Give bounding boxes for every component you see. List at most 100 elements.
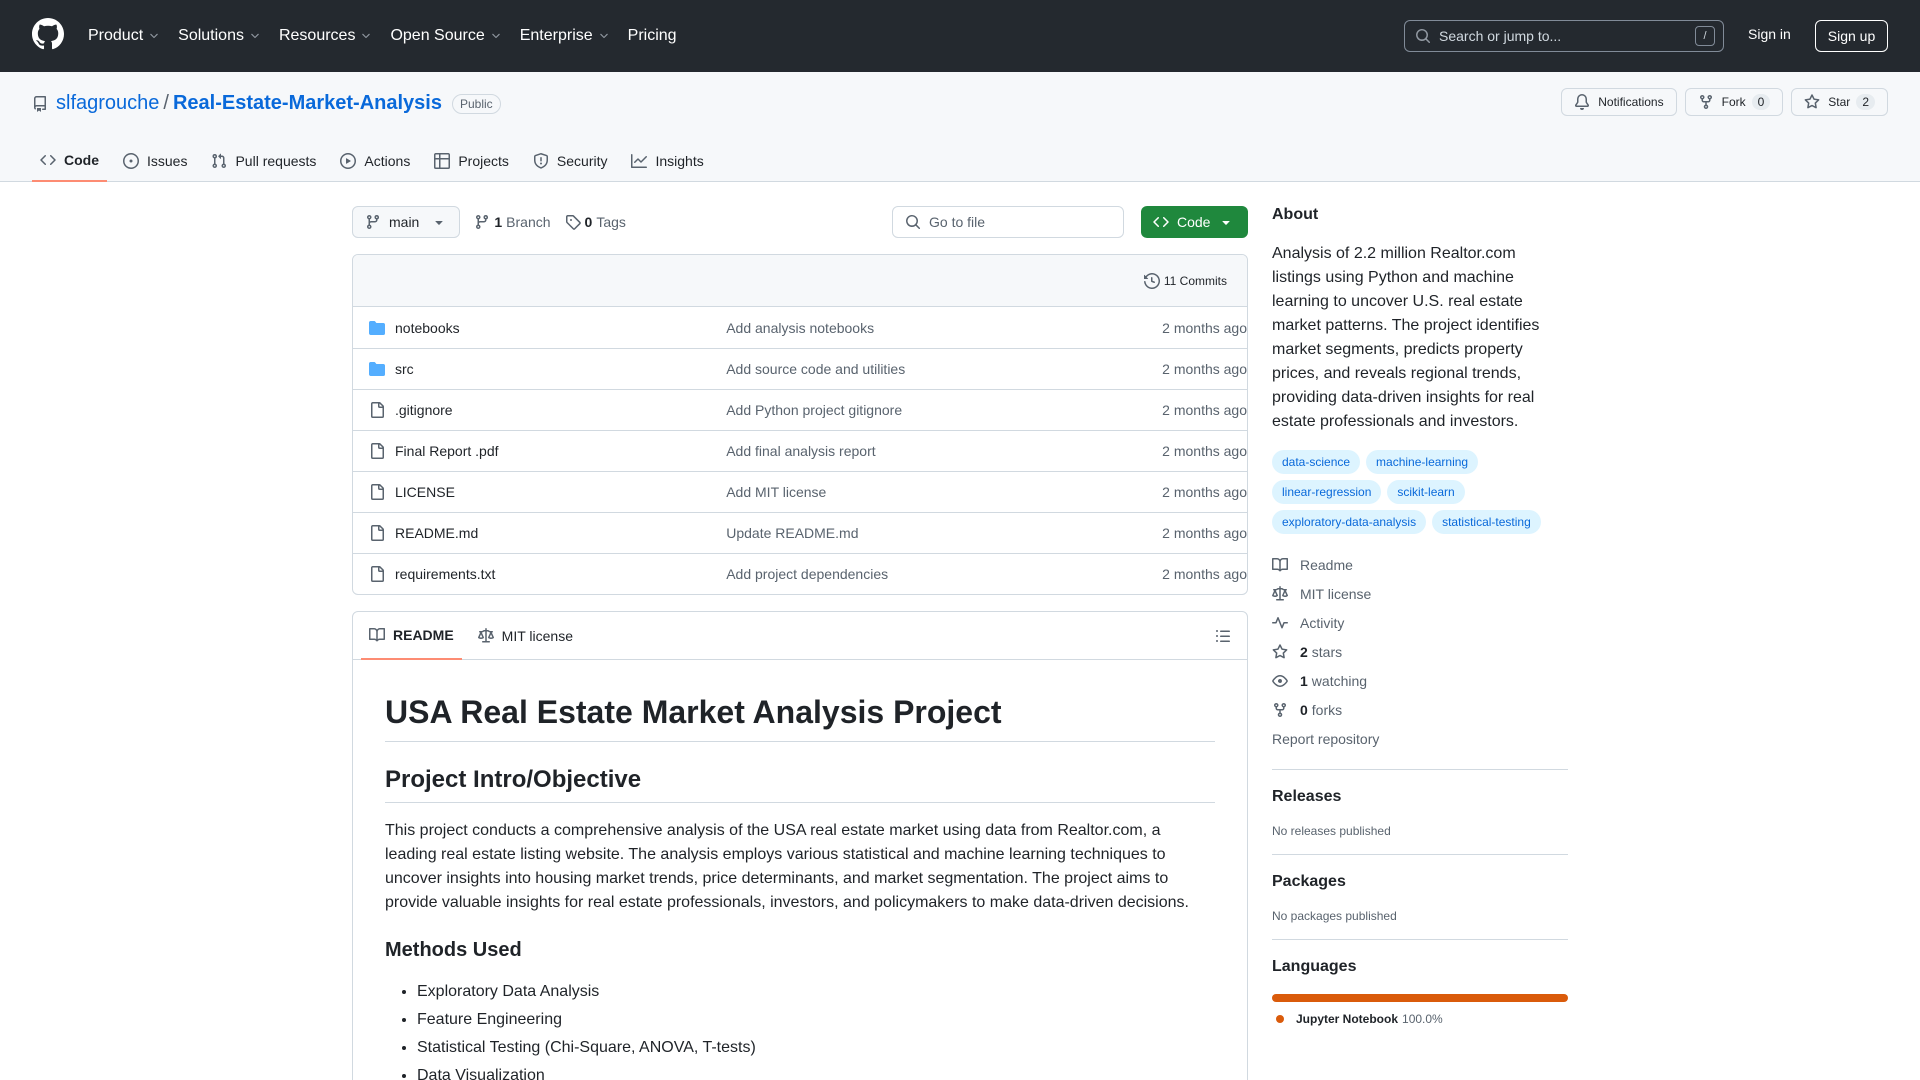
commit-age: 2 months ago — [1162, 361, 1247, 377]
nav-product[interactable]: Product — [88, 27, 160, 45]
nav-open-source[interactable]: Open Source — [390, 27, 501, 45]
file-icon — [369, 443, 385, 459]
tab-projects[interactable]: Projects — [426, 140, 517, 182]
tags-link[interactable]: 0 Tags — [565, 214, 626, 230]
sign-up-button[interactable]: Sign up — [1815, 20, 1888, 52]
releases-empty: No releases published — [1272, 824, 1391, 838]
topic-tag[interactable]: statistical-testing — [1432, 510, 1541, 534]
chevron-down-icon — [491, 33, 500, 39]
report-repository-link[interactable]: Report repository — [1272, 724, 1568, 753]
branch-selector[interactable]: main — [352, 206, 461, 238]
forks-count: 0 — [1300, 701, 1308, 718]
stars-link[interactable]: 2 stars — [1272, 637, 1568, 666]
commit-message-link[interactable]: Add analysis notebooks — [726, 320, 1145, 336]
tab-insights[interactable]: Insights — [623, 140, 711, 182]
readme-intro-paragraph: This project conducts a comprehensive an… — [385, 822, 1189, 911]
file-name-link[interactable]: requirements.txt — [395, 566, 726, 582]
readme-heading-methods: Methods Used — [385, 939, 522, 961]
list-outline-icon[interactable] — [1215, 628, 1231, 644]
code-icon — [1153, 216, 1169, 228]
tab-license[interactable]: MIT license — [470, 612, 581, 660]
forks-link[interactable]: 0 forks — [1272, 695, 1568, 724]
commit-age: 2 months ago — [1162, 402, 1247, 418]
file-row[interactable]: src Add source code and utilities 2 months… — [353, 348, 1247, 389]
topic-tag[interactable]: scikit-learn — [1387, 480, 1465, 504]
star-button[interactable]: Star 2 — [1791, 88, 1888, 116]
topic-tag[interactable]: linear-regression — [1272, 480, 1382, 504]
tab-readme[interactable]: README — [361, 612, 462, 660]
file-name-link[interactable]: LICENSE — [395, 484, 726, 500]
main-column: main 1 Branch 0 Tags Go to file Code 11 … — [352, 206, 1248, 1080]
file-row[interactable]: .gitignore Add Python project gitignore 2 … — [353, 389, 1247, 430]
shield-icon — [533, 153, 548, 169]
notifications-button[interactable]: Notifications — [1561, 88, 1677, 116]
language-item[interactable]: Jupyter Notebook 100.0% — [1272, 1012, 1568, 1026]
repo-icon — [34, 95, 46, 112]
watching-link[interactable]: 1 watching — [1272, 666, 1568, 695]
commit-age: 2 months ago — [1162, 484, 1247, 500]
go-to-file-placeholder: Go to file — [929, 214, 986, 230]
sign-in-link[interactable]: Sign in — [1748, 26, 1791, 42]
topic-tag[interactable]: data-science — [1272, 450, 1361, 474]
commit-message-link[interactable]: Add project dependencies — [726, 566, 1145, 582]
topic-tag[interactable]: exploratory-data-analysis — [1272, 510, 1427, 534]
chevron-down-icon — [251, 33, 259, 39]
commit-message-link[interactable]: Add source code and utilities — [726, 361, 1145, 377]
file-row[interactable]: README.md Update README.md 2 months ago — [353, 512, 1247, 553]
repo-header: slfagrouche / Real-Estate-Market-Analysi… — [0, 72, 1920, 182]
code-button[interactable]: Code — [1141, 206, 1248, 238]
file-icon — [369, 402, 385, 418]
watching-count: 1 — [1300, 672, 1308, 689]
file-icon — [369, 566, 385, 582]
nav-pricing[interactable]: Pricing — [628, 27, 677, 45]
nav-solutions[interactable]: Solutions — [178, 27, 261, 45]
language-color-dot — [1276, 1015, 1284, 1023]
releases-heading[interactable]: Releases — [1272, 788, 1568, 806]
go-to-file-input[interactable]: Go to file — [892, 206, 1124, 238]
bell-icon — [1575, 94, 1590, 110]
github-logo-icon[interactable] — [32, 18, 64, 50]
commit-message-link[interactable]: Add Python project gitignore — [726, 402, 1145, 418]
commit-message-link[interactable]: Update README.md — [726, 525, 1145, 541]
nav-enterprise[interactable]: Enterprise — [520, 27, 610, 45]
code-button-label: Code — [1177, 214, 1211, 230]
file-row[interactable]: requirements.txt Add project dependencies… — [353, 553, 1247, 594]
activity-link[interactable]: Activity — [1272, 608, 1568, 637]
tab-code[interactable]: Code — [32, 140, 107, 182]
language-percent: 100.0% — [1402, 1012, 1443, 1026]
fork-button[interactable]: Fork 0 — [1684, 88, 1784, 116]
nav-resources[interactable]: Resources — [279, 27, 372, 45]
tab-issues[interactable]: Issues — [115, 140, 195, 182]
packages-heading[interactable]: Packages — [1272, 873, 1568, 891]
repo-actions: Notifications Fork 0 Star 2 — [1553, 88, 1888, 116]
repo-owner-link[interactable]: slfagrouche — [56, 92, 159, 115]
file-row[interactable]: Final Report .pdf Add final analysis repo… — [353, 430, 1247, 471]
global-nav: Product Solutions Resources Open Source … — [88, 0, 695, 72]
branches-link[interactable]: 1 Branch — [474, 214, 551, 230]
tab-security[interactable]: Security — [525, 140, 616, 182]
file-name-link[interactable]: README.md — [395, 525, 726, 541]
license-link[interactable]: MIT license — [1272, 579, 1568, 608]
tab-pull-requests[interactable]: Pull requests — [203, 140, 324, 182]
commits-link[interactable]: 11 Commits — [1164, 274, 1227, 288]
sidebar: About Analysis of 2.2 million Realtor.co… — [1272, 206, 1568, 1026]
tag-count: 0 — [584, 214, 593, 230]
file-name-link[interactable]: Final Report .pdf — [395, 443, 726, 459]
file-name-link[interactable]: src — [395, 361, 726, 377]
file-name-link[interactable]: .gitignore — [395, 402, 726, 418]
file-row[interactable]: notebooks Add analysis notebooks 2 months … — [353, 307, 1247, 348]
search-placeholder: Search or jump to... — [1439, 28, 1562, 44]
tab-actions[interactable]: Actions — [332, 140, 418, 182]
repo-name-link[interactable]: Real-Estate-Market-Analysis — [173, 92, 442, 115]
global-header: Product Solutions Resources Open Source … — [0, 0, 1920, 72]
list-item: Data Visualization — [417, 1062, 1215, 1080]
readme-content: USA Real Estate Market Analysis Project … — [353, 660, 1247, 1080]
readme-link[interactable]: Readme — [1272, 550, 1568, 579]
file-name-link[interactable]: notebooks — [395, 320, 726, 336]
file-row[interactable]: LICENSE Add MIT license 2 months ago — [353, 471, 1247, 512]
visibility-badge: Public — [451, 93, 501, 114]
commit-message-link[interactable]: Add MIT license — [726, 484, 1145, 500]
commit-message-link[interactable]: Add final analysis report — [726, 443, 1145, 459]
search-input[interactable]: Search or jump to... / — [1404, 20, 1724, 52]
topic-tag[interactable]: machine-learning — [1366, 450, 1479, 474]
